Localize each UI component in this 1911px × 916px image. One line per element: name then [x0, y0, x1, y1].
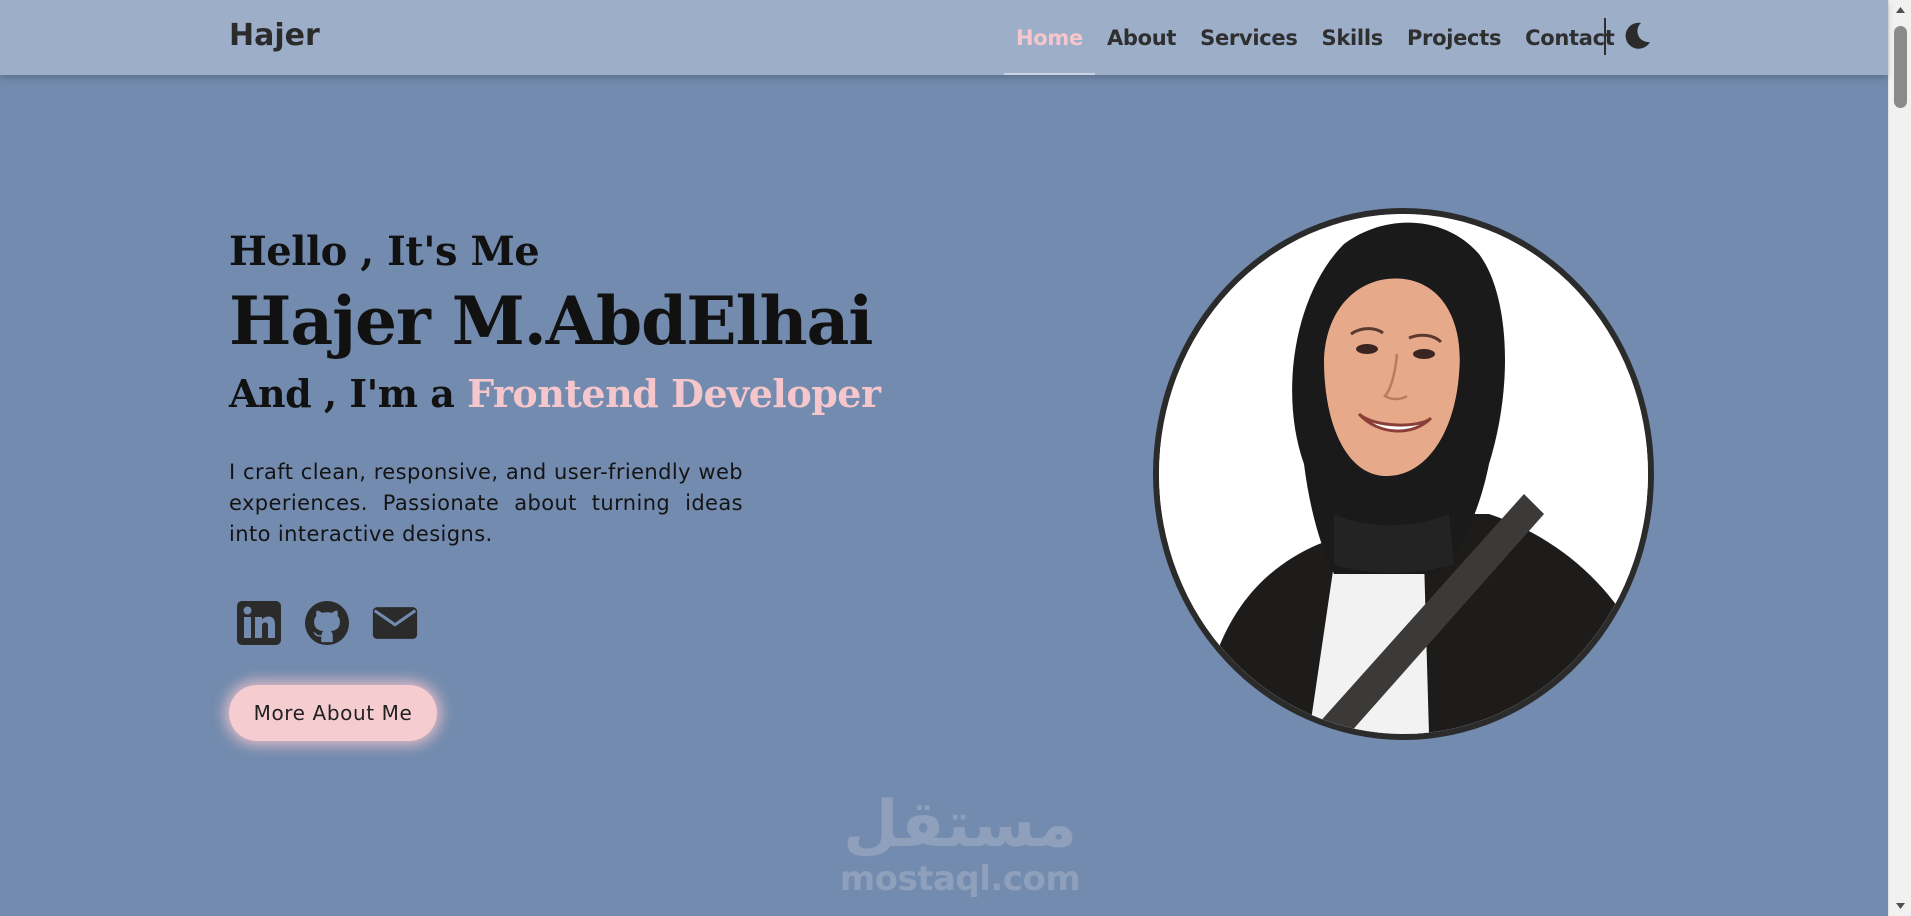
social-links: [236, 600, 418, 646]
nav-links: Home About Services Skills Projects Cont…: [1004, 0, 1627, 75]
nav-link-contact[interactable]: Contact: [1513, 0, 1626, 75]
nav-link-about[interactable]: About: [1095, 0, 1188, 75]
nav-link-services[interactable]: Services: [1188, 0, 1309, 75]
scroll-up-arrow-icon[interactable]: [1889, 0, 1911, 20]
navbar: Hajer Home About Services Skills Project…: [0, 0, 1888, 75]
theme-toggle-button[interactable]: [1620, 18, 1654, 54]
nav-divider: [1604, 18, 1606, 55]
mostaql-watermark: مستقل mostaql.com: [830, 785, 1090, 900]
email-link[interactable]: [372, 600, 418, 646]
hero-role-prefix: And , I'm a: [229, 371, 468, 416]
watermark-latin: mostaql.com: [839, 859, 1081, 899]
hero-name: Hajer M.AbdElhai: [229, 282, 873, 360]
scroll-down-arrow-icon[interactable]: [1889, 896, 1911, 916]
linkedin-icon: [237, 601, 281, 645]
github-link[interactable]: [304, 600, 350, 646]
hero-greeting: Hello , It's Me: [229, 228, 540, 275]
github-icon: [304, 600, 350, 646]
hero-role: Frontend Developer: [467, 371, 881, 416]
linkedin-link[interactable]: [236, 600, 282, 646]
portrait-illustration: [1159, 214, 1648, 734]
brand-logo[interactable]: Hajer: [229, 18, 320, 53]
more-about-me-button[interactable]: More About Me: [229, 685, 437, 741]
hero-bio: I craft clean, responsive, and user-frie…: [229, 460, 743, 546]
profile-photo: [1153, 208, 1654, 740]
moon-icon: [1625, 22, 1650, 49]
envelope-icon: [372, 607, 418, 639]
nav-link-projects[interactable]: Projects: [1395, 0, 1513, 75]
page-scrollbar[interactable]: [1888, 0, 1911, 916]
hero-role-line: And , I'm a Frontend Developer: [229, 371, 881, 416]
watermark-arabic: مستقل: [842, 788, 1078, 862]
scrollbar-thumb[interactable]: [1894, 26, 1907, 108]
nav-link-home[interactable]: Home: [1004, 0, 1095, 75]
nav-link-skills[interactable]: Skills: [1310, 0, 1395, 75]
